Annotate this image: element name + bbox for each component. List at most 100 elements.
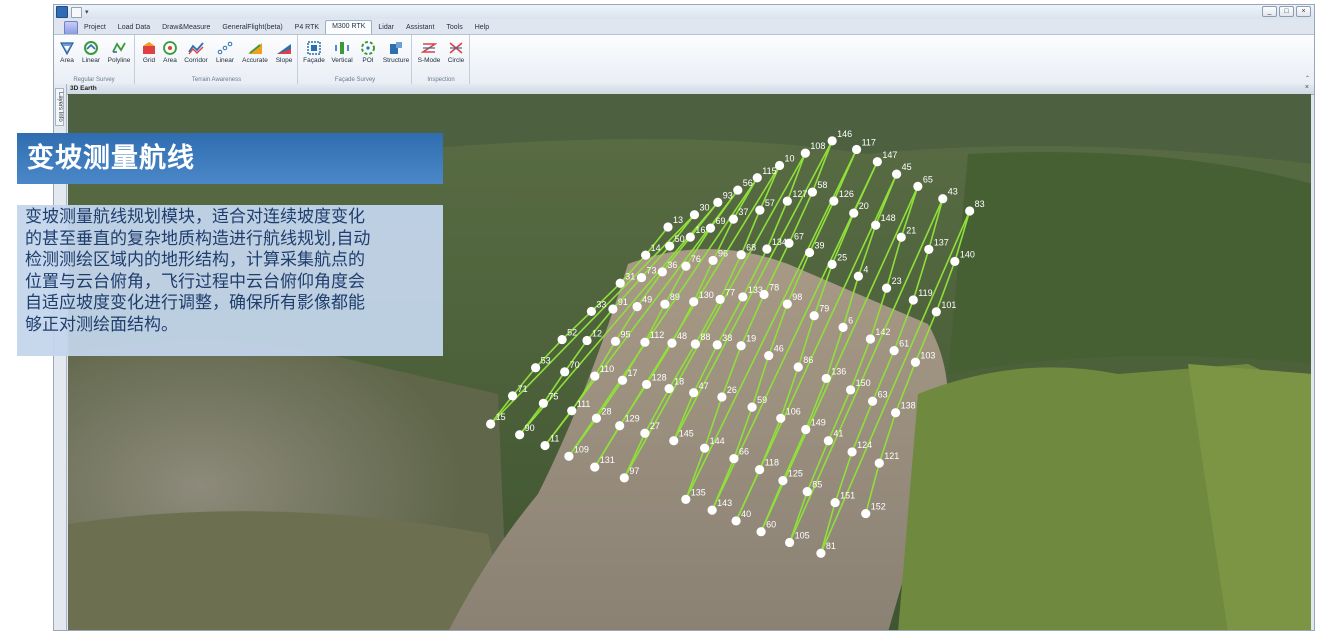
waypoint-marker[interactable] xyxy=(560,367,570,377)
waypoint-marker[interactable] xyxy=(708,255,718,266)
maximize-button[interactable]: □ xyxy=(1279,6,1294,17)
waypoint-marker[interactable] xyxy=(515,430,525,440)
waypoint-marker[interactable] xyxy=(728,214,738,224)
waypoint-marker[interactable] xyxy=(896,232,906,242)
polyline-survey-button[interactable]: Polyline xyxy=(104,37,134,73)
waypoint-marker[interactable] xyxy=(861,508,871,519)
area-survey-button[interactable]: Area xyxy=(56,37,78,73)
waypoint-marker[interactable] xyxy=(665,241,675,251)
waypoint-marker[interactable] xyxy=(667,338,677,348)
waypoint-marker[interactable] xyxy=(747,402,757,412)
waypoint-marker[interactable] xyxy=(759,289,769,300)
waypoint-marker[interactable] xyxy=(530,363,541,373)
waypoint-marker[interactable] xyxy=(586,306,597,317)
waypoint-marker[interactable] xyxy=(507,391,518,401)
waypoint-marker[interactable] xyxy=(755,465,765,475)
waypoint-marker[interactable] xyxy=(800,148,810,158)
waypoint-marker[interactable] xyxy=(664,383,674,394)
waypoint-marker[interactable] xyxy=(950,256,960,267)
waypoint-marker[interactable] xyxy=(785,537,795,548)
corridor-button[interactable]: Corridor xyxy=(181,37,211,73)
facade-button[interactable]: Façade xyxy=(301,37,327,73)
waypoint-marker[interactable] xyxy=(889,346,899,356)
waypoint-marker[interactable] xyxy=(908,295,918,305)
waypoint-marker[interactable] xyxy=(827,136,837,146)
vertical-button[interactable]: Vertical xyxy=(329,37,355,73)
waypoint-marker[interactable] xyxy=(641,379,652,390)
waypoint-marker[interactable] xyxy=(784,238,794,248)
tab-layers-info[interactable]: Layers Info xyxy=(55,88,64,126)
waypoint-marker[interactable] xyxy=(610,336,621,346)
waypoint-marker[interactable] xyxy=(782,196,792,206)
collapse-ribbon-icon[interactable]: ⌃ xyxy=(1305,75,1310,82)
waypoint-marker[interactable] xyxy=(713,197,723,207)
waypoint-marker[interactable] xyxy=(938,194,948,204)
tab-tools[interactable]: Tools xyxy=(440,22,468,34)
close-button[interactable]: × xyxy=(1296,6,1311,17)
waypoint-marker[interactable] xyxy=(764,350,774,361)
waypoint-marker[interactable] xyxy=(871,220,881,230)
waypoint-marker[interactable] xyxy=(774,160,785,171)
waypoint-marker[interactable] xyxy=(733,185,743,195)
waypoint-marker[interactable] xyxy=(538,398,548,408)
waypoint-marker[interactable] xyxy=(736,250,746,260)
waypoint-marker[interactable] xyxy=(689,210,700,220)
tab-lidar[interactable]: Lidar xyxy=(372,22,400,34)
waypoint-marker[interactable] xyxy=(685,232,695,242)
waypoint-marker[interactable] xyxy=(756,527,766,537)
waypoint-marker[interactable] xyxy=(705,223,716,233)
waypoint-marker[interactable] xyxy=(557,334,567,345)
waypoint-marker[interactable] xyxy=(615,278,625,288)
waypoint-marker[interactable] xyxy=(816,548,826,558)
waypoint-marker[interactable] xyxy=(776,413,786,423)
waypoint-marker[interactable] xyxy=(590,371,600,381)
waypoint-marker[interactable] xyxy=(801,424,811,435)
waypoint-marker[interactable] xyxy=(891,169,902,179)
waypoint-marker[interactable] xyxy=(617,375,628,385)
waypoint-marker[interactable] xyxy=(965,206,975,216)
linear-survey-button[interactable]: Linear xyxy=(79,37,103,73)
tab-general-flight[interactable]: GeneralFlight(beta) xyxy=(216,22,288,34)
tab-project[interactable]: Project xyxy=(78,22,112,34)
poi-button[interactable]: POI xyxy=(357,37,379,73)
waypoint-marker[interactable] xyxy=(821,373,831,384)
tab-m300-rtk[interactable]: M300 RTK xyxy=(325,20,373,34)
waypoint-marker[interactable] xyxy=(582,335,592,346)
waypoint-marker[interactable] xyxy=(802,486,812,497)
waypoint-marker[interactable] xyxy=(660,299,670,309)
waypoint-marker[interactable] xyxy=(849,208,859,218)
waypoint-marker[interactable] xyxy=(782,299,792,309)
waypoint-marker[interactable] xyxy=(632,301,642,312)
waypoint-marker[interactable] xyxy=(564,451,574,461)
waypoint-marker[interactable] xyxy=(657,267,667,277)
waypoint-marker[interactable] xyxy=(640,428,650,438)
waypoint-marker[interactable] xyxy=(752,173,762,183)
waypoint-marker[interactable] xyxy=(712,340,722,350)
waypoint-marker[interactable] xyxy=(793,362,803,372)
file-menu-button[interactable] xyxy=(64,21,78,34)
waypoint-marker[interactable] xyxy=(707,505,717,515)
waypoint-marker[interactable] xyxy=(846,385,856,395)
waypoint-marker[interactable] xyxy=(690,339,700,349)
waypoint-marker[interactable] xyxy=(681,494,691,504)
waypoint-marker[interactable] xyxy=(615,421,625,431)
waypoint-marker[interactable] xyxy=(736,341,746,351)
waypoint-marker[interactable] xyxy=(865,334,876,344)
waypoint-marker[interactable] xyxy=(882,283,892,293)
structure-button[interactable]: Structure xyxy=(381,37,411,73)
waypoint-marker[interactable] xyxy=(874,458,884,468)
waypoint-marker[interactable] xyxy=(619,473,629,483)
waypoint-marker[interactable] xyxy=(567,406,577,416)
waypoint-marker[interactable] xyxy=(890,408,901,418)
waypoint-marker[interactable] xyxy=(636,272,647,283)
waypoint-marker[interactable] xyxy=(591,413,602,423)
waypoint-marker[interactable] xyxy=(867,396,878,406)
waypoint-marker[interactable] xyxy=(823,436,833,446)
waypoint-marker[interactable] xyxy=(762,244,772,254)
waypoint-marker[interactable] xyxy=(755,205,765,215)
waypoint-marker[interactable] xyxy=(847,447,857,457)
waypoint-marker[interactable] xyxy=(804,247,815,258)
waypoint-marker[interactable] xyxy=(827,259,837,269)
waypoint-marker[interactable] xyxy=(829,196,839,206)
tab-p4-rtk[interactable]: P4 RTK xyxy=(289,22,325,34)
